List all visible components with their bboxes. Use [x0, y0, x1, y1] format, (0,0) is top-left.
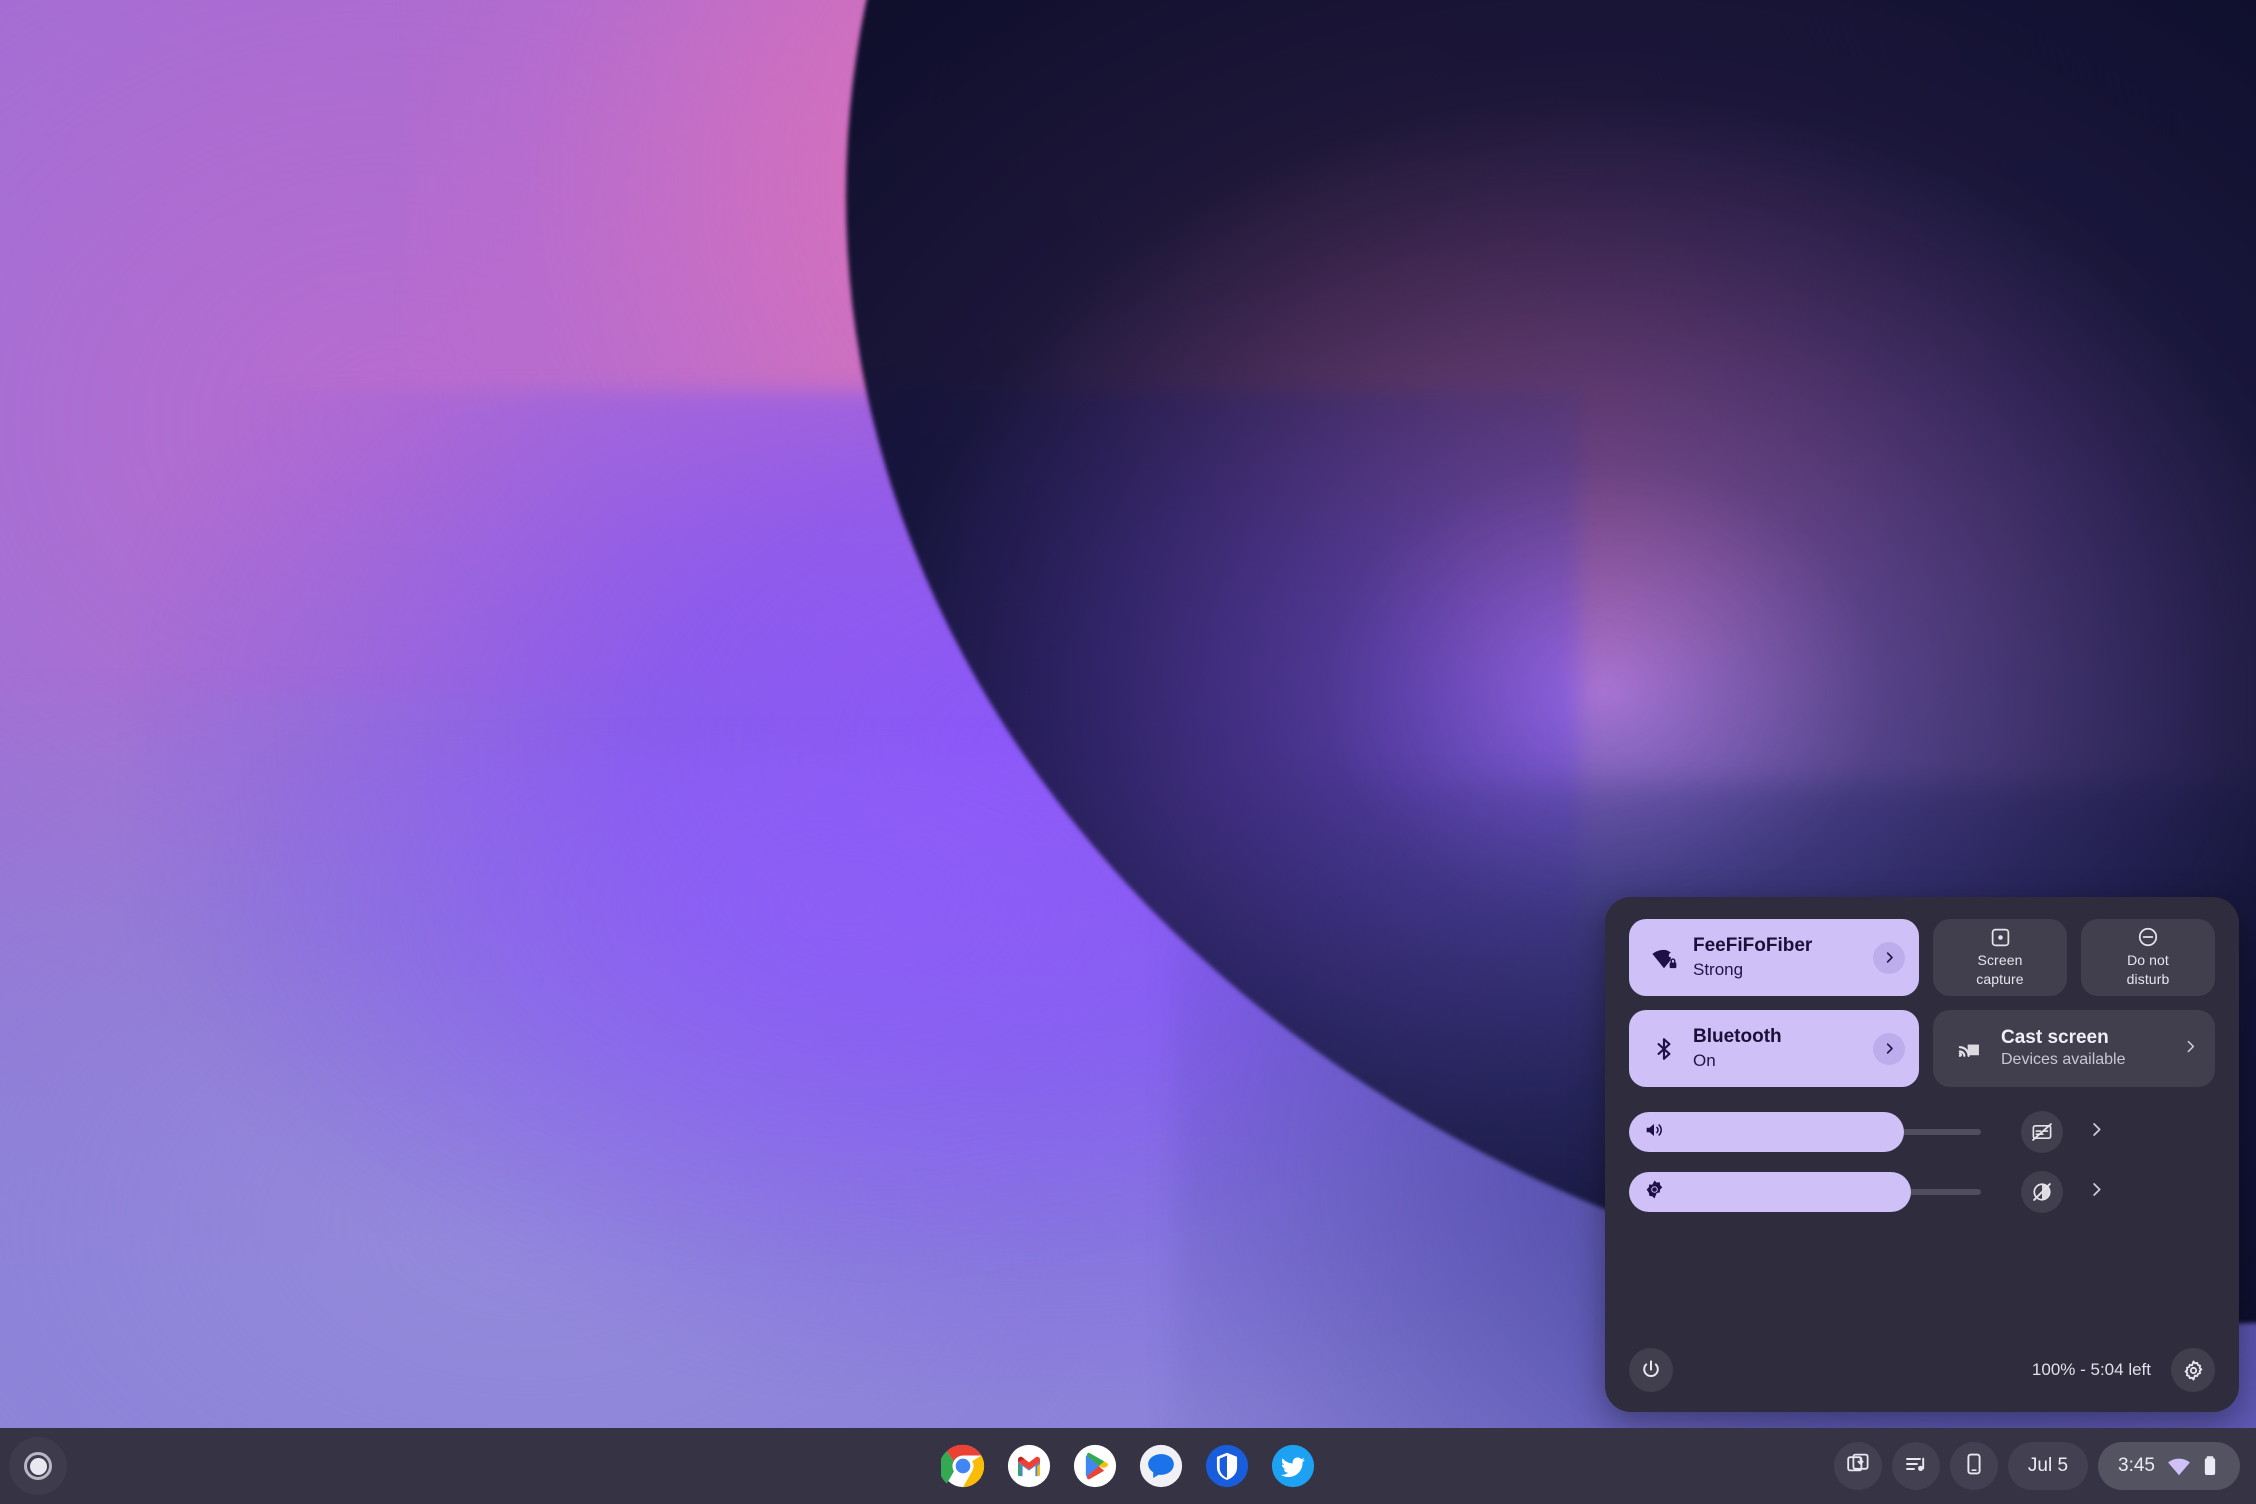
screen-capture-tray-button[interactable] [1833, 1442, 1882, 1490]
launcher-icon [24, 1452, 52, 1480]
network-tile-text: FeeFiFoFiber Strong [1693, 935, 1873, 980]
network-tile[interactable]: FeeFiFoFiber Strong [1629, 919, 1919, 996]
cast-screen-tile[interactable]: Cast screen Devices available [1933, 1010, 2215, 1087]
status-area: Jul 5 3:45 [1833, 1442, 2240, 1490]
quick-settings-right-column: Screen capture Do not disturb Cast scree… [1933, 919, 2215, 1087]
chevron-right-icon[interactable] [2182, 1038, 2199, 1060]
screen-capture-tray-icon [1846, 1452, 1870, 1481]
time-text: 3:45 [2118, 1455, 2155, 1476]
shelf-app-bitwarden[interactable] [1205, 1444, 1249, 1488]
do-not-disturb-tile[interactable]: Do not disturb [2081, 919, 2215, 996]
bluetooth-icon [1647, 1036, 1681, 1062]
chevron-right-icon[interactable] [1873, 1032, 1905, 1065]
system-tray-button[interactable]: 3:45 [2098, 1442, 2240, 1490]
settings-button[interactable] [2171, 1348, 2215, 1392]
cast-icon [1953, 1035, 1987, 1062]
screen-capture-label-line2: capture [1976, 971, 2024, 987]
screen-capture-label: Screen capture [1976, 951, 2023, 989]
battery-full-icon [2200, 1455, 2220, 1477]
gmail-icon [1007, 1444, 1051, 1488]
wifi-locked-icon [1647, 945, 1681, 971]
screen-capture-icon [1990, 926, 2011, 948]
volume-settings-chevron-icon[interactable] [2087, 1120, 2106, 1144]
do-not-disturb-label: Do not disturb [2127, 951, 2170, 989]
brightness-slider[interactable] [1629, 1172, 1981, 1212]
play-store-icon [1073, 1444, 1117, 1488]
messages-icon [1139, 1444, 1183, 1488]
phone-icon [1962, 1452, 1986, 1481]
launcher-dot [29, 1457, 47, 1475]
brightness-slider-fill [1629, 1172, 1911, 1212]
quick-settings-footer: 100% - 5:04 left [1629, 1348, 2215, 1392]
wifi-icon [2167, 1454, 2191, 1478]
volume-up-icon [1643, 1119, 1665, 1146]
power-button[interactable] [1629, 1348, 1673, 1392]
launcher-button[interactable] [9, 1437, 67, 1495]
brightness-icon [1643, 1178, 1666, 1206]
date-text: Jul 5 [2027, 1455, 2069, 1476]
cast-tile-text: Cast screen Devices available [2001, 1027, 2182, 1071]
shelf: Jul 5 3:45 [0, 1428, 2256, 1504]
night-light-off-icon[interactable] [2021, 1171, 2063, 1213]
battery-status-text: 100% - 5:04 left [2031, 1360, 2151, 1379]
shelf-app-chrome[interactable] [939, 1444, 985, 1488]
bluetooth-tile[interactable]: Bluetooth On [1629, 1010, 1919, 1087]
network-status: Strong [1693, 959, 1744, 979]
shelf-app-list [939, 1444, 1315, 1488]
screen-capture-tile[interactable]: Screen capture [1933, 919, 2067, 996]
shelf-app-gmail[interactable] [1007, 1444, 1051, 1488]
volume-slider-fill [1629, 1112, 1904, 1152]
volume-slider-row [1629, 1111, 2215, 1153]
do-not-disturb-icon [2137, 926, 2159, 948]
twitter-icon [1271, 1444, 1315, 1488]
cast-subtitle: Devices available [2001, 1051, 2126, 1069]
media-controls-button[interactable] [1891, 1442, 1940, 1490]
cast-title: Cast screen [2001, 1026, 2109, 1048]
bluetooth-status: On [1693, 1050, 1716, 1070]
bluetooth-tile-text: Bluetooth On [1693, 1026, 1873, 1071]
chevron-right-icon[interactable] [1873, 941, 1905, 974]
shield-icon [1205, 1444, 1249, 1488]
quick-settings-left-column: FeeFiFoFiber Strong Bluetooth On [1629, 919, 1919, 1087]
date-tray-button[interactable]: Jul 5 [2007, 1442, 2089, 1490]
bluetooth-label: Bluetooth [1693, 1026, 1782, 1048]
do-not-disturb-label-line1: Do not [2127, 952, 2169, 969]
shelf-app-play-store[interactable] [1073, 1444, 1117, 1488]
shelf-app-messages[interactable] [1139, 1444, 1183, 1488]
chrome-icon [939, 1444, 985, 1488]
brightness-settings-chevron-icon[interactable] [2087, 1180, 2106, 1204]
media-playlist-icon [1904, 1452, 1928, 1481]
quick-settings-tile-grid: FeeFiFoFiber Strong Bluetooth On Screen … [1629, 919, 2215, 1087]
volume-slider[interactable] [1629, 1112, 1981, 1152]
brightness-slider-row [1629, 1171, 2215, 1213]
shelf-app-twitter[interactable] [1271, 1444, 1315, 1488]
captions-off-icon[interactable] [2021, 1111, 2063, 1153]
network-name: FeeFiFoFiber [1693, 935, 1813, 957]
quick-settings-square-tiles: Screen capture Do not disturb [1933, 919, 2215, 996]
phone-hub-button[interactable] [1949, 1442, 1998, 1490]
screen-capture-label-line1: Screen [1977, 952, 2023, 969]
do-not-disturb-label-line2: disturb [2126, 971, 2170, 987]
quick-settings-panel: FeeFiFoFiber Strong Bluetooth On Screen … [1605, 897, 2239, 1412]
